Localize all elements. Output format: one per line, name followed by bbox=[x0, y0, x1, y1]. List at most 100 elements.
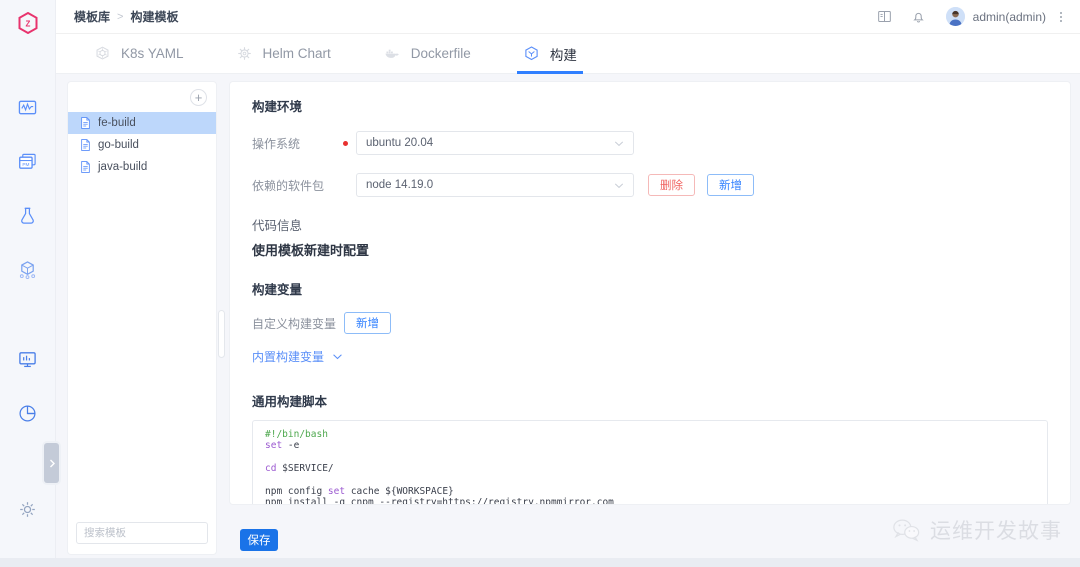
username-label[interactable]: admin(admin) bbox=[973, 10, 1046, 24]
tab-dockerfile[interactable]: Dockerfile bbox=[369, 34, 485, 74]
build-vars-title: 构建变量 bbox=[252, 283, 303, 297]
package-select[interactable]: node 14.19.0 bbox=[356, 173, 634, 197]
more-dot bbox=[1060, 19, 1062, 22]
script-line: npm config set cache ${WORKSPACE} bbox=[265, 486, 454, 498]
more-menu-button[interactable] bbox=[1060, 11, 1068, 22]
build-env-title: 构建环境 bbox=[252, 100, 303, 114]
gear-icon bbox=[20, 501, 35, 517]
hexagon-logo-icon: Z bbox=[18, 12, 37, 34]
sidebar-item-projects[interactable]: PM bbox=[0, 134, 56, 188]
chevron-down-icon bbox=[614, 140, 624, 146]
svg-text:PM: PM bbox=[22, 161, 29, 167]
list-item-label: fe-build bbox=[98, 117, 136, 129]
sidebar-collapse-handle[interactable] bbox=[44, 443, 59, 483]
os-field-label: 操作系统 bbox=[252, 136, 301, 151]
sidebar-item-monitoring[interactable] bbox=[0, 80, 56, 134]
search-box[interactable] bbox=[76, 522, 219, 544]
custom-var-label: 自定义构建变量 bbox=[252, 316, 337, 331]
flask-icon bbox=[21, 207, 34, 224]
more-dot bbox=[1060, 11, 1062, 14]
script-editor[interactable]: #!/bin/bash set -e cd $SERVICE/ npm conf… bbox=[252, 420, 1048, 504]
tab-label: Dockerfile bbox=[410, 46, 471, 61]
list-item-fe-build[interactable]: fe-build bbox=[68, 112, 216, 134]
script-content[interactable]: #!/bin/bash set -e cd $SERVICE/ npm conf… bbox=[253, 429, 1047, 504]
sidebar-item-dashboard[interactable] bbox=[0, 332, 56, 386]
tab-label: K8s YAML bbox=[121, 46, 184, 61]
builtin-vars-label: 内置构建变量 bbox=[252, 349, 325, 364]
svg-text:Z: Z bbox=[25, 20, 30, 29]
watermark: 运维开发故事 bbox=[892, 515, 1062, 545]
book-icon bbox=[878, 11, 891, 22]
template-list-toolbar: + bbox=[68, 82, 216, 112]
breadcrumb-root[interactable]: 模板库 bbox=[74, 8, 110, 25]
file-icon bbox=[81, 139, 90, 151]
dashboard-screen-icon bbox=[19, 351, 36, 367]
breadcrumb-leaf: 构建模板 bbox=[130, 10, 179, 24]
save-button[interactable]: 保存 bbox=[240, 529, 278, 551]
bell-icon bbox=[913, 12, 924, 23]
os-select[interactable]: ubuntu 20.04 bbox=[356, 131, 634, 155]
search-input[interactable] bbox=[84, 527, 219, 539]
os-field-row: 操作系统 ubuntu 20.04 bbox=[252, 131, 1048, 155]
header-actions: admin(admin) bbox=[868, 0, 1080, 34]
chevron-right-icon bbox=[49, 459, 55, 467]
app-root: Z PM 模板库 > 构建模板 admin(admin) K8s YAML He… bbox=[0, 0, 1080, 567]
file-icon bbox=[81, 117, 90, 129]
sidebar-item-deploy[interactable] bbox=[0, 242, 56, 296]
os-select-value: ubuntu 20.04 bbox=[366, 137, 434, 149]
tab-label: 构建 bbox=[549, 47, 577, 63]
custom-var-row: 自定义构建变量 新增 bbox=[252, 312, 1048, 334]
tab-build[interactable]: 构建 bbox=[509, 34, 591, 74]
more-dot bbox=[1060, 15, 1062, 18]
script-line: npm install -g cnpm --registry=https://r… bbox=[265, 497, 614, 504]
user-avatar-icon bbox=[945, 7, 965, 26]
build-config-body: 构建环境 操作系统 ubuntu 20.04 依赖的软件包 node 14.19… bbox=[230, 82, 1070, 504]
script-line: #!/bin/bash bbox=[265, 429, 328, 440]
list-item-go-build[interactable]: go-build bbox=[68, 134, 216, 156]
sidebar-item-testing[interactable] bbox=[0, 188, 56, 242]
script-line: cd $SERVICE/ bbox=[265, 463, 334, 475]
template-config-title: 使用模板新建时配置 bbox=[252, 243, 370, 258]
tab-helm-chart[interactable]: Helm Chart bbox=[222, 34, 345, 74]
avatar[interactable] bbox=[945, 7, 965, 26]
search-container bbox=[76, 522, 219, 544]
tab-k8s-yaml[interactable]: K8s YAML bbox=[80, 34, 198, 74]
list-item-label: java-build bbox=[98, 161, 148, 173]
build-config-card: 构建环境 操作系统 ubuntu 20.04 依赖的软件包 node 14.19… bbox=[230, 82, 1070, 504]
project-windows-icon: PM bbox=[19, 153, 36, 169]
app-logo[interactable]: Z bbox=[0, 6, 55, 40]
kubernetes-icon bbox=[96, 46, 109, 60]
script-line: set -e bbox=[265, 440, 300, 452]
required-indicator bbox=[340, 140, 350, 146]
add-template-button[interactable]: + bbox=[190, 88, 207, 106]
breadcrumb-separator: > bbox=[117, 10, 124, 23]
delete-package-button[interactable]: 删除 bbox=[648, 174, 695, 196]
bottom-strip bbox=[0, 558, 1080, 567]
template-list-panel: + fe-build go-build java-build 搜索模板 bbox=[68, 82, 219, 554]
add-custom-var-button[interactable]: 新增 bbox=[344, 312, 391, 334]
content-scrollbar-thumb[interactable] bbox=[218, 310, 225, 358]
helm-icon bbox=[237, 47, 251, 60]
sidebar-item-reports[interactable] bbox=[0, 386, 56, 440]
package-field-row: 依赖的软件包 node 14.19.0 删除 新增 bbox=[252, 173, 1048, 197]
list-item-java-build[interactable]: java-build bbox=[68, 156, 216, 178]
tab-label: Helm Chart bbox=[262, 46, 331, 61]
file-icon bbox=[81, 161, 90, 173]
docs-button[interactable] bbox=[868, 0, 902, 34]
sidebar-item-settings[interactable] bbox=[0, 482, 56, 536]
package-field-label: 依赖的软件包 bbox=[252, 178, 325, 193]
code-info-title: 代码信息 bbox=[252, 219, 303, 233]
watermark-text: 运维开发故事 bbox=[930, 519, 1062, 543]
cube-deploy-icon bbox=[19, 260, 36, 279]
builtin-vars-toggle[interactable]: 内置构建变量 bbox=[252, 347, 1048, 365]
pie-chart-icon bbox=[19, 404, 36, 421]
tab-bar: K8s YAML Helm Chart Dockerfile 构建 bbox=[56, 34, 1080, 74]
list-item-label: go-build bbox=[98, 139, 139, 151]
chevron-down-icon bbox=[332, 347, 343, 365]
package-select-value: node 14.19.0 bbox=[366, 179, 434, 191]
chevron-down-icon bbox=[614, 182, 624, 188]
notifications-button[interactable] bbox=[902, 0, 936, 34]
add-package-button[interactable]: 新增 bbox=[707, 174, 754, 196]
monitor-pulse-icon bbox=[18, 100, 37, 114]
top-header: 模板库 > 构建模板 admin(admin) bbox=[56, 0, 1080, 34]
